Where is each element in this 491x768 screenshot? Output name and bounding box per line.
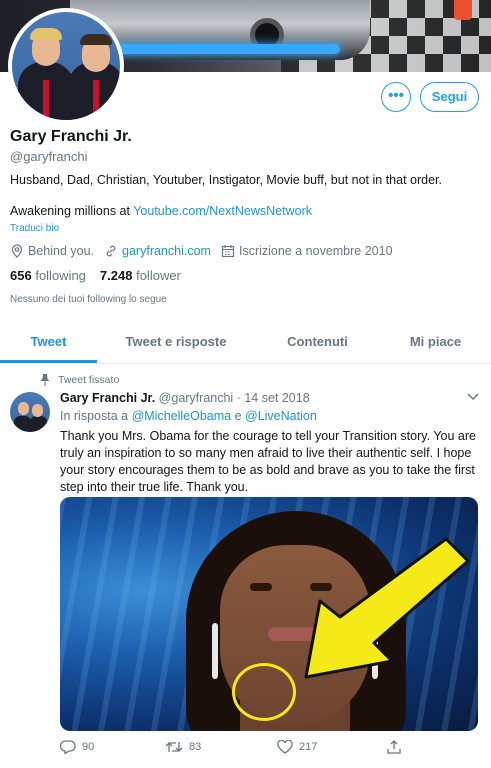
- pinned-tweet-label: Tweet fissato: [40, 374, 119, 386]
- reply-mention-michelleobama[interactable]: @MichelleObama: [132, 409, 232, 423]
- tab-likes[interactable]: Mi piace: [380, 322, 491, 363]
- annotation-arrow: [304, 537, 470, 679]
- share-icon: [387, 740, 401, 754]
- more-options-button[interactable]: •••: [381, 82, 411, 112]
- reply-action[interactable]: 90: [60, 740, 165, 754]
- chevron-down-icon[interactable]: [467, 390, 479, 404]
- tweet-text: Thank you Mrs. Obama for the courage to …: [60, 429, 476, 494]
- reply-icon: [60, 740, 76, 754]
- bio-line2-prefix: Awakening millions at: [10, 204, 134, 218]
- follow-button[interactable]: Segui: [420, 82, 479, 112]
- mutual-followers-note: Nessuno dei tuoi following lo segue: [10, 294, 167, 305]
- banner-cone: [454, 0, 472, 20]
- tab-tweet[interactable]: Tweet: [0, 322, 97, 363]
- tab-media[interactable]: Contenuti: [255, 322, 380, 363]
- reply-prefix: In risposta a: [60, 409, 132, 423]
- profile-website-link[interactable]: garyfranchi.com: [122, 244, 211, 258]
- follow-counts: 656 following 7.248 follower: [10, 268, 181, 283]
- following-count: 656: [10, 268, 32, 283]
- following-label: following: [35, 268, 86, 283]
- translate-bio-link[interactable]: Traduci bio: [10, 223, 59, 234]
- bio-youtube-link[interactable]: Youtube.com/NextNewsNetwork: [133, 204, 312, 218]
- reply-context: In risposta a @MichelleObama e @LiveNati…: [60, 409, 317, 423]
- annotation-circle: [232, 663, 296, 721]
- profile-meta: Behind you. garyfranchi.com Iscrizione a…: [10, 244, 403, 258]
- profile-joined-date: Iscrizione a novembre 2010: [238, 244, 393, 258]
- calendar-icon: [221, 245, 235, 258]
- reply-count: 90: [82, 741, 95, 753]
- profile-location: Behind you.: [28, 244, 95, 258]
- profile-bio-line2: Awakening millions at Youtube.com/NextNe…: [10, 204, 312, 218]
- retweet-count: 83: [189, 741, 202, 753]
- retweet-action[interactable]: 83: [165, 740, 277, 754]
- banner-glow: [110, 44, 340, 54]
- like-count: 217: [299, 741, 318, 753]
- share-action[interactable]: [387, 740, 407, 754]
- pin-icon: [41, 374, 49, 386]
- like-action[interactable]: 217: [277, 740, 387, 754]
- tweet-author-name[interactable]: Gary Franchi Jr.: [60, 391, 155, 405]
- profile-name: Gary Franchi Jr.: [10, 128, 132, 145]
- tweet-author-handle[interactable]: @garyfranchi: [159, 391, 234, 405]
- tweet-media-image[interactable]: [60, 497, 478, 731]
- link-icon: [106, 245, 116, 257]
- followers-count: 7.248: [99, 268, 133, 283]
- pinned-text: Tweet fissato: [58, 374, 120, 386]
- following-link[interactable]: 656 following: [10, 268, 86, 283]
- reply-join: e: [231, 409, 246, 423]
- location-icon: [11, 244, 23, 258]
- tweet-author-avatar[interactable]: [10, 392, 50, 432]
- profile-tabs: Tweet Tweet e risposte Contenuti Mi piac…: [0, 322, 491, 364]
- tweet-date[interactable]: · 14 set 2018: [237, 391, 310, 405]
- reply-mention-livenation[interactable]: @LiveNation: [245, 409, 317, 423]
- heart-icon: [277, 740, 293, 754]
- followers-link[interactable]: 7.248 follower: [100, 268, 181, 283]
- tab-tweets-and-replies[interactable]: Tweet e risposte: [97, 322, 255, 363]
- profile-avatar[interactable]: [8, 8, 124, 124]
- profile-bio: Husband, Dad, Christian, Youtuber, Insti…: [10, 173, 442, 187]
- followers-label: follower: [136, 268, 181, 283]
- tweet-actions: 90 83 217: [60, 740, 480, 754]
- tweet-header: Gary Franchi Jr. @garyfranchi · 14 set 2…: [60, 391, 310, 405]
- retweet-icon: [165, 742, 183, 752]
- profile-handle: @garyfranchi: [10, 149, 88, 164]
